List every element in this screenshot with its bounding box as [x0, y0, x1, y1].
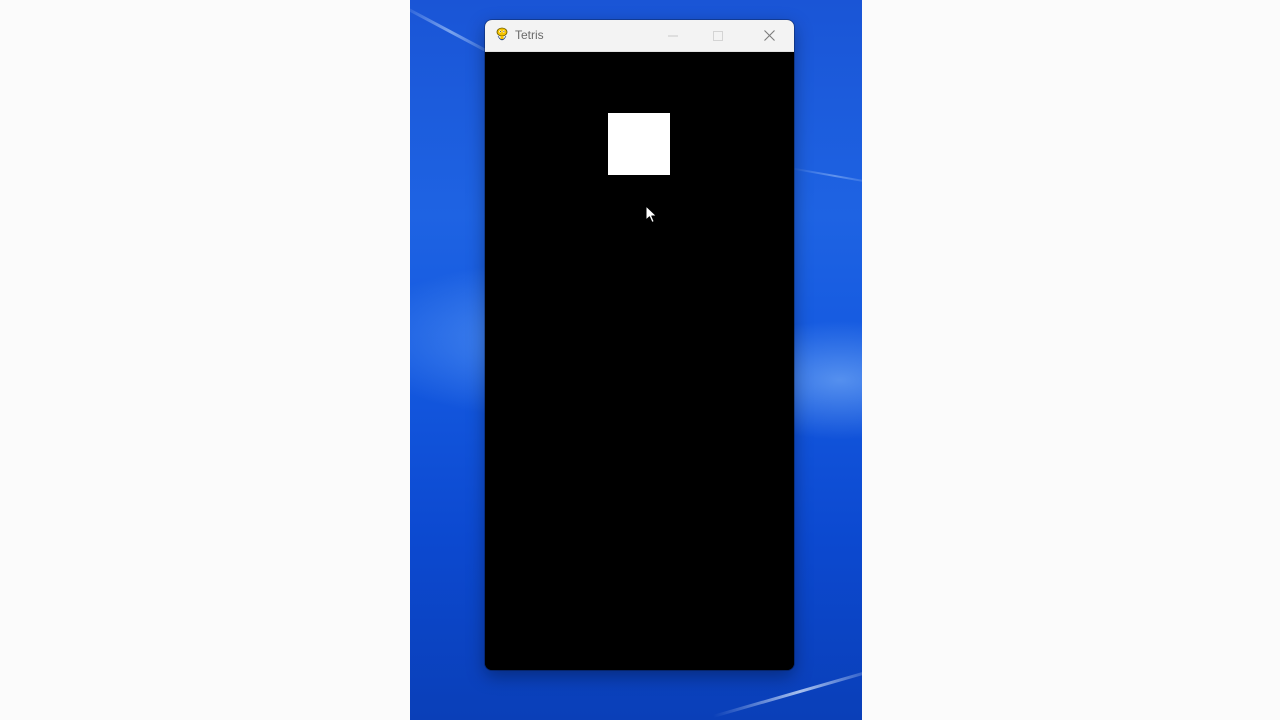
wallpaper-streak — [790, 167, 862, 185]
close-icon — [763, 26, 775, 45]
tetris-window[interactable]: Tetris — [485, 20, 794, 670]
pygame-snake-icon — [494, 27, 510, 43]
close-button[interactable] — [746, 20, 792, 51]
minimize-button[interactable] — [650, 20, 696, 51]
minimize-icon — [668, 26, 678, 45]
maximize-icon — [713, 26, 723, 45]
game-canvas[interactable] — [485, 52, 794, 670]
title-bar[interactable]: Tetris — [485, 20, 794, 52]
window-title: Tetris — [515, 28, 544, 42]
mouse-pointer-icon — [645, 205, 659, 225]
wallpaper-streak — [713, 665, 862, 718]
maximize-button[interactable] — [695, 20, 741, 51]
screen: Tetris — [0, 0, 1280, 720]
tetris-piece-block — [608, 113, 670, 175]
